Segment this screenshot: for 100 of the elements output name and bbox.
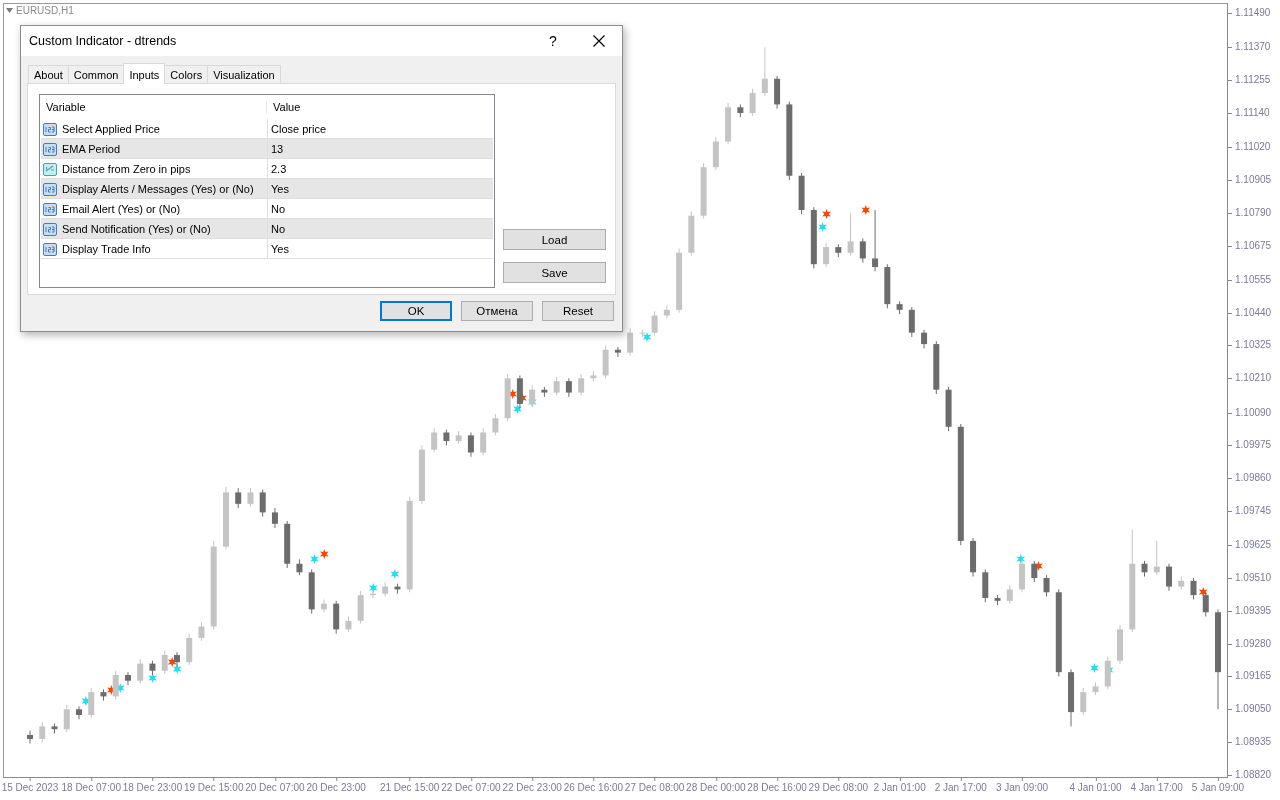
time-axis-label: 15 Dec 2023 [1, 778, 59, 793]
candle [1166, 563, 1172, 592]
candle [394, 583, 401, 595]
price-axis-label: 1.10555 [1228, 272, 1272, 287]
candle [320, 598, 327, 613]
candle [173, 651, 180, 667]
candle [1043, 574, 1050, 598]
star-marker [148, 673, 157, 683]
dialog-button[interactable]: Отмена [461, 301, 533, 321]
side-button[interactable]: Save [503, 262, 606, 283]
value-cell[interactable]: Yes [267, 239, 493, 258]
price-axis-label: 1.09050 [1228, 702, 1272, 717]
fraction-type-icon [42, 160, 58, 177]
dropdown-triangle-icon[interactable] [6, 8, 13, 13]
star-marker [1016, 554, 1026, 564]
candle [308, 568, 315, 615]
value-cell[interactable]: No [267, 219, 493, 238]
candle [994, 594, 1001, 606]
dialog-title: Custom Indicator - dtrends [29, 34, 178, 48]
time-axis-label: 4 Jan 17:00 [1130, 778, 1183, 793]
candle [884, 263, 891, 309]
tab[interactable]: Visualization [207, 65, 281, 83]
candle [712, 136, 719, 171]
price-axis-label: 1.10905 [1228, 173, 1272, 187]
candle [125, 671, 131, 686]
number-type-icon [42, 200, 58, 217]
candle [88, 687, 95, 719]
time-axis-label: 21 Dec 15:00 [379, 778, 440, 793]
star-marker [1090, 663, 1099, 673]
value-cell[interactable]: No [267, 199, 493, 218]
time-axis-label: 28 Dec 16:00 [747, 778, 807, 793]
candle [284, 520, 291, 569]
variable-name: Send Notification (Yes) or (No) [62, 222, 211, 235]
candle [823, 242, 830, 268]
candle [835, 243, 842, 258]
star-marker [642, 332, 652, 342]
price-axis-label: 1.10210 [1228, 371, 1272, 386]
variable-name: Display Trade Info [62, 242, 151, 255]
number-type-icon [42, 120, 58, 137]
chart-symbol-label: EURUSD,H1 [16, 5, 74, 16]
candle [663, 305, 670, 319]
candle [627, 327, 634, 356]
value-cell[interactable]: Close price [267, 119, 493, 138]
candle [137, 658, 144, 685]
side-button[interactable]: Load [503, 229, 606, 250]
candle [847, 212, 854, 257]
star-marker [369, 583, 378, 593]
time-axis-label: 20 Dec 23:00 [306, 778, 366, 793]
price-axis-label: 1.10790 [1228, 205, 1272, 220]
candle [51, 723, 58, 734]
help-button[interactable]: ? [530, 26, 576, 56]
value-cell[interactable]: Yes [267, 179, 493, 198]
star-marker [320, 549, 329, 559]
candle [1153, 540, 1160, 576]
candle [700, 162, 707, 220]
candle [516, 374, 523, 409]
candle [1141, 560, 1148, 578]
close-icon [593, 35, 605, 47]
candle [1006, 584, 1013, 605]
variable-name: Distance from Zero in pips [62, 162, 191, 175]
dialog-button[interactable]: OK [380, 301, 452, 321]
candle [1031, 560, 1038, 583]
candle [504, 373, 511, 422]
candle [1190, 577, 1197, 600]
column-header[interactable]: Value [266, 101, 494, 113]
candle [333, 600, 340, 635]
candle [1019, 558, 1026, 593]
value-cell[interactable]: 2.3 [267, 159, 493, 178]
dialog-button[interactable]: Reset [542, 301, 614, 321]
candle [1068, 668, 1075, 727]
candle [357, 590, 364, 625]
candle [235, 487, 242, 509]
candle [1092, 681, 1099, 696]
column-header[interactable]: Variable [40, 101, 266, 113]
time-axis-label: 3 Jan 09:00 [995, 778, 1049, 793]
time-axis-label: 18 Dec 23:00 [122, 778, 183, 793]
candle [590, 370, 597, 382]
number-type-icon [42, 180, 58, 197]
candle [810, 206, 817, 269]
tab[interactable]: About [28, 65, 69, 83]
candle [1202, 591, 1209, 617]
price-axis-label: 1.11020 [1228, 140, 1271, 155]
candle [1178, 576, 1185, 590]
tab[interactable]: Inputs [123, 63, 166, 84]
candle [382, 581, 389, 598]
price-axis-label: 1.09745 [1228, 503, 1272, 518]
value-cell[interactable]: 13 [267, 139, 493, 158]
candle [27, 730, 33, 744]
time-axis-label: 26 Dec 16:00 [563, 778, 624, 793]
time-axis-label: 29 Dec 08:00 [808, 778, 869, 793]
variable-name: Display Alerts / Messages (Yes) or (No) [62, 182, 254, 195]
candle [39, 721, 46, 743]
candle [259, 489, 266, 518]
candle [1080, 687, 1087, 716]
price-axis-label: 1.09510 [1228, 571, 1272, 585]
candle [369, 588, 376, 599]
candle [639, 329, 646, 338]
price-axis-label: 1.11370 [1228, 40, 1271, 55]
candle [149, 660, 156, 676]
variable-name: Select Applied Price [62, 122, 160, 135]
